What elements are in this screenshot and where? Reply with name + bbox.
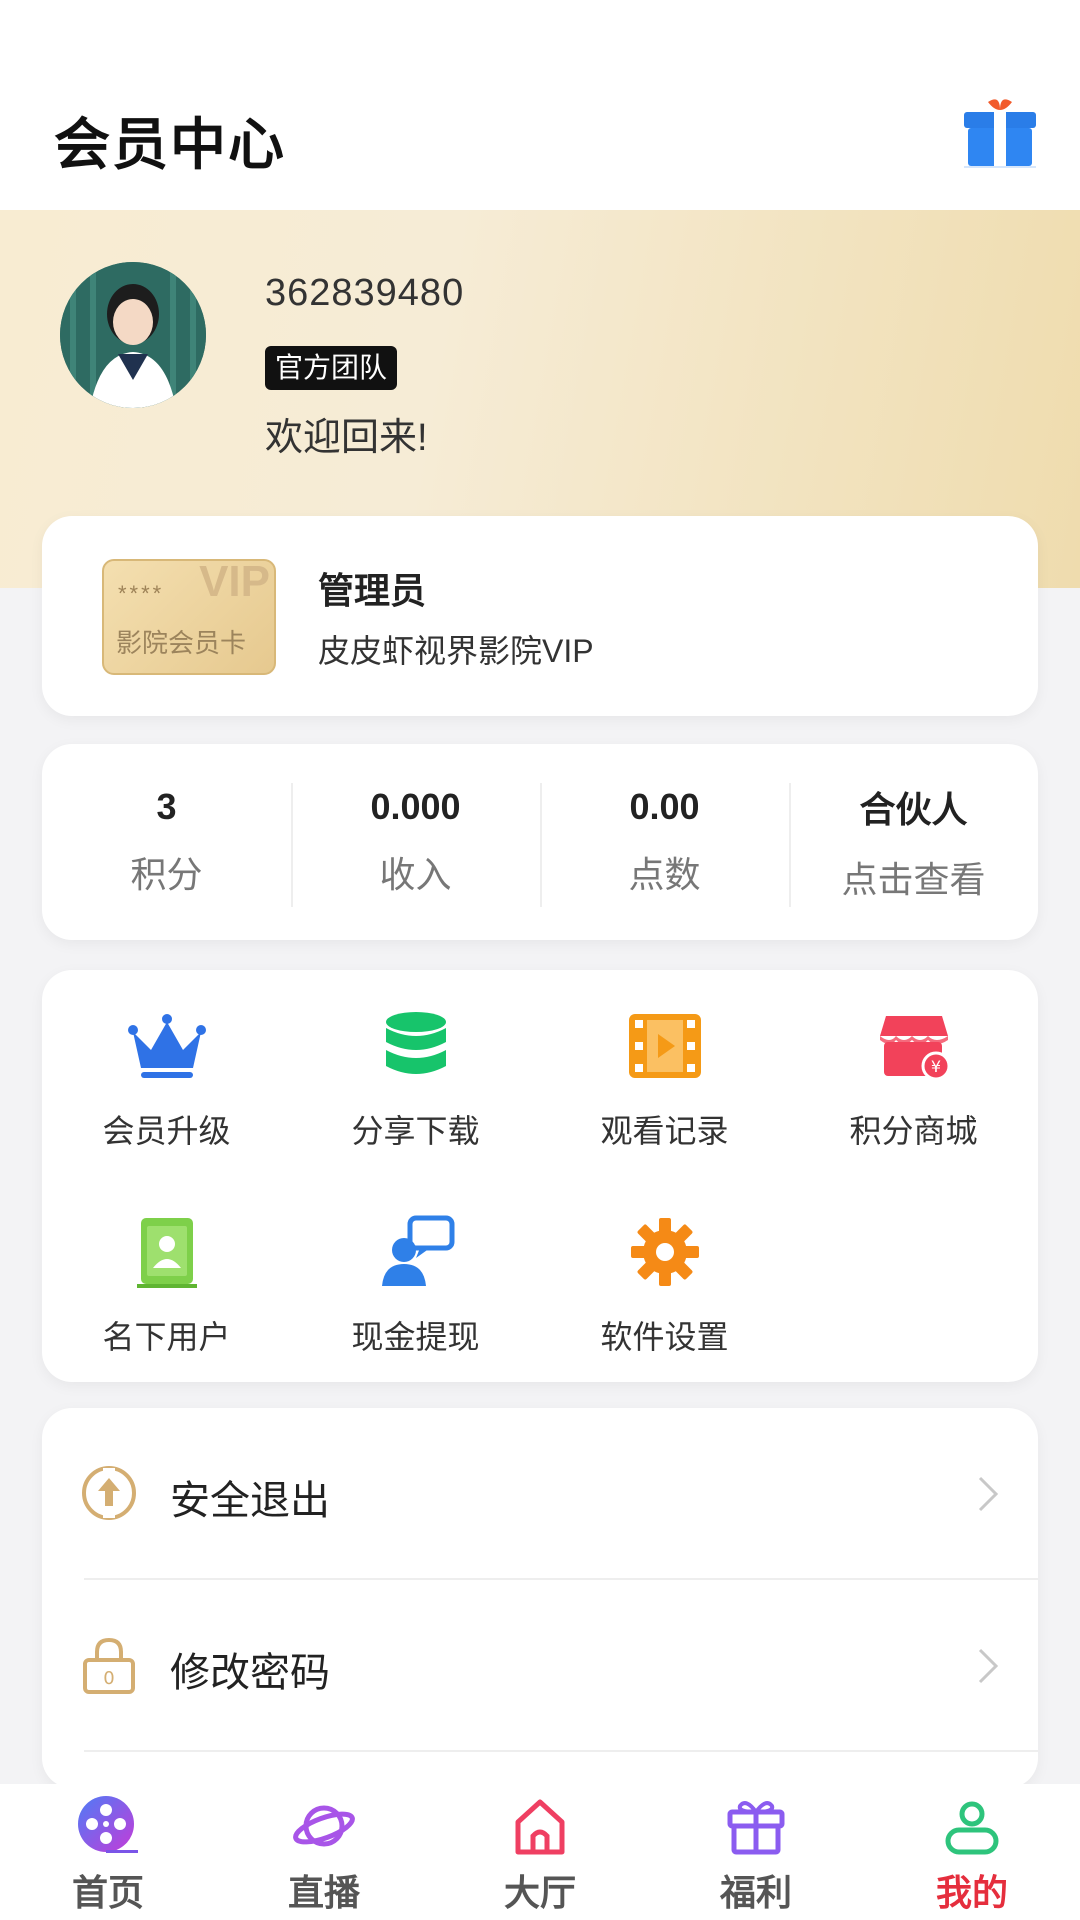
menu-divider: [84, 1750, 1038, 1752]
stat-label: 点击查看: [841, 859, 986, 900]
film-reel-icon: [78, 1796, 138, 1853]
grid-item-points-mall[interactable]: ¥ 积分商城: [789, 970, 1038, 1160]
user-id: 362839480: [265, 272, 465, 314]
stats-card: 3 积分 0.000 收入 0.00 点数 合伙人 点击查看: [42, 744, 1038, 940]
tab-label: 福利: [719, 1872, 792, 1913]
menu-item-change-password[interactable]: 0 修改密码: [42, 1580, 1038, 1750]
vip-card-image: VIP **** 影院会员卡: [102, 559, 276, 675]
stat-value: 合伙人: [859, 789, 968, 830]
stat-label: 收入: [379, 854, 452, 895]
tab-welfare[interactable]: 福利: [648, 1784, 864, 1920]
menu-item-label: 修改密码: [170, 1651, 330, 1695]
grid-item-label: 会员升级: [102, 1113, 231, 1149]
gift-icon[interactable]: [960, 92, 1040, 172]
svg-text:¥: ¥: [931, 1057, 941, 1076]
chevron-right-icon: [978, 1648, 999, 1684]
svg-text:0: 0: [103, 1668, 114, 1689]
film-icon: [629, 1014, 701, 1078]
gift-icon: [727, 1801, 785, 1855]
grid-item-vip-upgrade[interactable]: 会员升级: [42, 970, 291, 1160]
stat-value: 3: [156, 786, 177, 827]
menu-item-logout[interactable]: 安全退出: [42, 1408, 1038, 1578]
vip-card-caption: 影院会员卡: [116, 628, 247, 658]
tab-hall[interactable]: 大厅: [432, 1784, 648, 1920]
gear-icon: [631, 1218, 699, 1286]
tab-home[interactable]: 首页: [0, 1784, 216, 1920]
chevron-right-icon: [978, 1476, 999, 1512]
shop-icon: ¥: [880, 1016, 951, 1081]
user-icon: [945, 1801, 999, 1855]
welcome-text: 欢迎回来!: [265, 417, 428, 459]
grid-item-label: 名下用户: [102, 1319, 231, 1355]
stat-label: 积分: [130, 854, 203, 895]
stat-credits[interactable]: 0.00 点数: [540, 777, 789, 907]
function-grid: 会员升级 分享下载 观看记录 ¥ 积分商城 名下用户 现金提现 软件设置: [42, 970, 1038, 1382]
bottom-tab-bar: 首页 直播 大厅 福利 我的: [0, 1784, 1080, 1920]
grid-item-label: 软件设置: [600, 1319, 729, 1355]
stat-value: 0.000: [370, 786, 461, 827]
vip-card-stars: ****: [118, 581, 165, 606]
stat-points[interactable]: 3 积分: [42, 777, 291, 907]
menu-item-label: 安全退出: [170, 1479, 330, 1523]
settings-menu: 安全退出 0 修改密码: [42, 1408, 1038, 1788]
vip-role: 管理员: [318, 570, 427, 611]
tab-label: 我的: [935, 1872, 1008, 1913]
planet-icon: [293, 1805, 355, 1847]
user-chat-icon: [382, 1215, 455, 1286]
grid-item-my-users[interactable]: 名下用户: [42, 1176, 291, 1366]
grid-item-label: 积分商城: [849, 1113, 978, 1149]
grid-item-label: 现金提现: [351, 1319, 480, 1355]
stat-partner[interactable]: 合伙人 点击查看: [789, 777, 1038, 907]
tab-mine[interactable]: 我的: [864, 1784, 1080, 1920]
stat-value: 0.00: [629, 786, 700, 827]
grid-item-share-download[interactable]: 分享下载: [291, 970, 540, 1160]
avatar-image: [60, 262, 206, 408]
crown-icon: [128, 1014, 206, 1078]
grid-item-label: 观看记录: [600, 1113, 729, 1149]
tab-label: 直播: [287, 1872, 360, 1913]
grid-item-watch-history[interactable]: 观看记录: [540, 970, 789, 1160]
stat-income[interactable]: 0.000 收入: [291, 777, 540, 907]
vip-card[interactable]: VIP **** 影院会员卡 管理员 皮皮虾视界影院VIP: [42, 516, 1038, 716]
tab-label: 大厅: [503, 1872, 576, 1913]
tab-live[interactable]: 直播: [216, 1784, 432, 1920]
home-icon: [515, 1799, 565, 1855]
status-badge: 官方团队: [265, 346, 398, 390]
lock-icon: 0: [83, 1637, 135, 1694]
top-header: 会员中心: [0, 0, 1080, 210]
vip-card-word: VIP: [199, 559, 270, 606]
database-icon: [386, 1012, 446, 1074]
avatar[interactable]: [60, 262, 206, 408]
grid-item-label: 分享下载: [351, 1113, 480, 1149]
stat-label: 点数: [628, 854, 701, 895]
logout-icon: [82, 1466, 136, 1520]
grid-item-settings[interactable]: 软件设置: [540, 1176, 789, 1366]
vip-description: 皮皮虾视界影院VIP: [318, 633, 594, 669]
page-title: 会员中心: [54, 113, 286, 176]
tab-label: 首页: [71, 1872, 144, 1913]
grid-item-cash-withdraw[interactable]: 现金提现: [291, 1176, 540, 1366]
contact-book-icon: [137, 1218, 197, 1288]
